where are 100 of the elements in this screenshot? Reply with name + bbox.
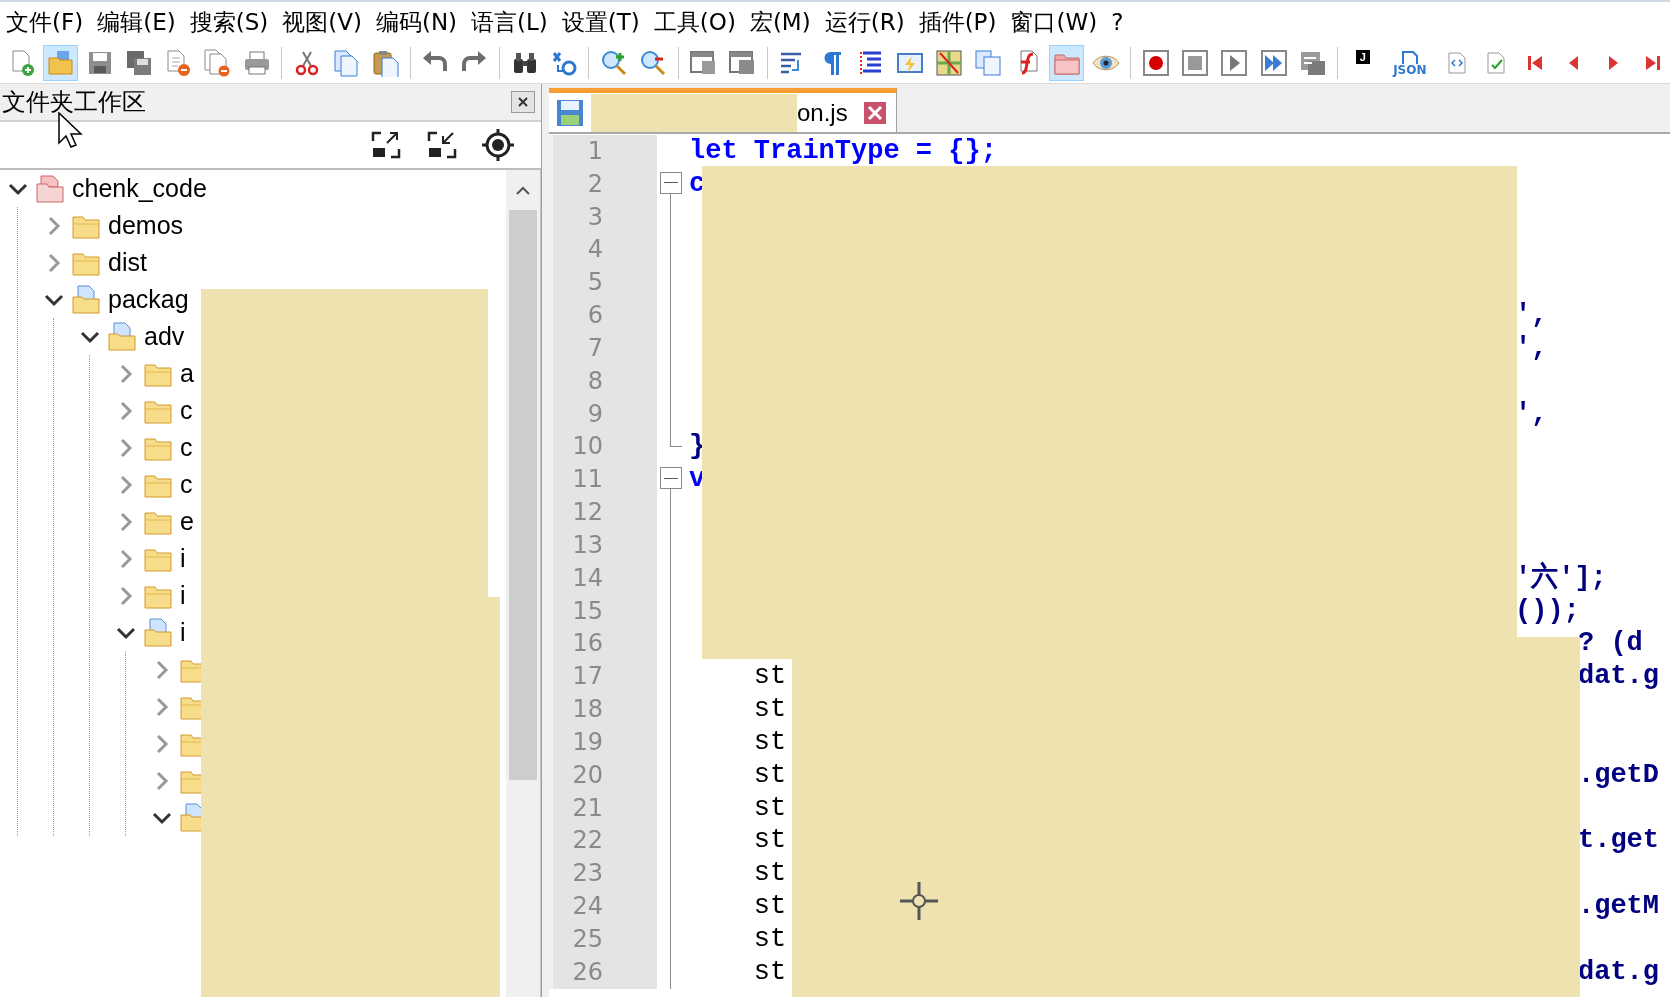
code-text: st — [752, 759, 787, 790]
line-number: 14 — [549, 561, 657, 595]
line-number: 15 — [549, 594, 657, 628]
line-number: 4 — [549, 233, 657, 267]
chevron-right-icon — [47, 215, 61, 236]
chevron-down-icon — [152, 810, 172, 825]
menu-item[interactable]: 文件(F) — [6, 4, 84, 40]
clipboard-icon — [371, 48, 400, 77]
open-folder-icon — [71, 284, 101, 315]
menu-item[interactable]: 设置(T) — [561, 4, 640, 40]
line-number: 11 — [549, 463, 657, 497]
code-text: dat.g — [1578, 955, 1659, 989]
menu-item[interactable]: 插件(P) — [918, 4, 997, 40]
chevron-right-icon — [119, 548, 133, 569]
tree-item-label[interactable]: i — [180, 618, 186, 647]
menu-item[interactable]: 运行(R) — [824, 4, 905, 40]
tree-item-label[interactable]: chenk_code — [72, 174, 207, 203]
menu-item[interactable]: 视图(V) — [282, 4, 362, 40]
chevron-right-icon — [155, 696, 169, 717]
fast-forward-icon — [1259, 48, 1288, 77]
chevron-right-icon — [119, 585, 133, 606]
menu-item[interactable]: 编码(N) — [375, 4, 458, 40]
close-tab-button[interactable] — [861, 99, 888, 126]
menu-item[interactable]: ? — [1111, 7, 1124, 37]
toolbar-button[interactable]: J — [1345, 44, 1381, 81]
line-number: 23 — [549, 857, 657, 891]
code-text: st — [752, 726, 787, 757]
code-text: st — [752, 923, 787, 954]
open-folder-icon — [107, 321, 137, 352]
close-files-icon — [203, 48, 232, 77]
code-text: st — [752, 825, 787, 856]
tree-item-label[interactable]: a — [180, 359, 194, 388]
printer-icon — [242, 48, 271, 77]
line-number: 26 — [549, 955, 657, 989]
chevron-down-icon — [80, 329, 100, 344]
stop-icon — [1181, 48, 1210, 77]
line-number: 10 — [549, 430, 657, 464]
line-number: 6 — [549, 299, 657, 332]
line-number: 19 — [549, 725, 657, 759]
line-number: 12 — [549, 496, 657, 529]
open-folder-icon — [143, 617, 173, 648]
menu-item[interactable]: 语言(L) — [471, 4, 548, 40]
tree-item-label[interactable]: e — [180, 507, 194, 536]
line-number: 16 — [549, 627, 657, 661]
code-text: ', — [1515, 331, 1548, 365]
menu-item[interactable]: 宏(M) — [749, 4, 811, 40]
line-number: 17 — [549, 660, 657, 694]
file-tab[interactable]: on.js — [549, 88, 897, 132]
line-number: 9 — [549, 397, 657, 431]
code-text: ()); — [1515, 594, 1580, 628]
chevron-down-icon — [44, 292, 64, 307]
tree-item-label[interactable]: adv — [144, 322, 185, 351]
line-number: 7 — [549, 331, 657, 365]
checked-file-icon — [1484, 51, 1507, 74]
tree-item-label[interactable]: c — [180, 396, 193, 425]
code-text: ', — [1515, 397, 1548, 431]
line-number: 2 — [549, 167, 657, 201]
toolbar-button[interactable]: JSON — [1384, 44, 1436, 81]
fold-toggle[interactable] — [660, 467, 682, 490]
chevron-right-icon — [119, 437, 133, 458]
close-button[interactable] — [511, 91, 535, 113]
code-text: st — [752, 956, 787, 987]
menu-item[interactable]: 搜索(S) — [189, 4, 269, 40]
menu-item[interactable]: 窗口(W) — [1010, 4, 1098, 40]
tree-item-label[interactable]: i — [180, 581, 186, 610]
line-number: 20 — [549, 758, 657, 792]
document-outline-icon — [1400, 49, 1419, 64]
menu-item[interactable]: 编辑(E) — [97, 4, 176, 40]
chevron-right-icon — [47, 252, 61, 273]
tree-item-label[interactable]: dist — [108, 248, 147, 277]
tree-item-label[interactable]: c — [180, 433, 193, 462]
scrollbar[interactable] — [506, 170, 541, 997]
menu-item[interactable]: 工具(O) — [653, 4, 736, 40]
line-number: 5 — [549, 266, 657, 300]
stacked-windows-icon — [974, 48, 1003, 77]
tree-item-label[interactable]: c — [180, 470, 193, 499]
chevron-right-icon — [119, 400, 133, 421]
chevron-down-icon — [8, 181, 28, 196]
chevron-right-icon — [119, 474, 133, 495]
code-text: ', — [1515, 299, 1548, 332]
tree-item-label[interactable]: i — [180, 544, 186, 573]
code-text: let TrainType = {}; — [689, 136, 997, 166]
tree-item-label[interactable]: demos — [108, 211, 184, 240]
code-text: ? (d — [1578, 627, 1643, 661]
panel-title: 文件夹工作区 — [2, 87, 146, 118]
locate-button[interactable] — [481, 128, 515, 162]
expand-arrows-icon — [371, 131, 401, 159]
code-text: t.get — [1578, 824, 1659, 858]
map-icon — [935, 48, 964, 77]
line-number: 18 — [549, 693, 657, 726]
tree-item-label[interactable]: packag — [108, 285, 189, 314]
scrollbar-thumb[interactable] — [509, 210, 537, 780]
line-number: 25 — [549, 922, 657, 956]
code-text: st — [752, 694, 787, 725]
zoom-in-icon — [599, 48, 628, 77]
code-text: st — [752, 858, 787, 889]
fold-toggle[interactable] — [660, 171, 682, 194]
line-number: 3 — [549, 200, 657, 234]
collapse-arrows-icon — [427, 131, 457, 159]
code-text: st — [752, 792, 787, 823]
